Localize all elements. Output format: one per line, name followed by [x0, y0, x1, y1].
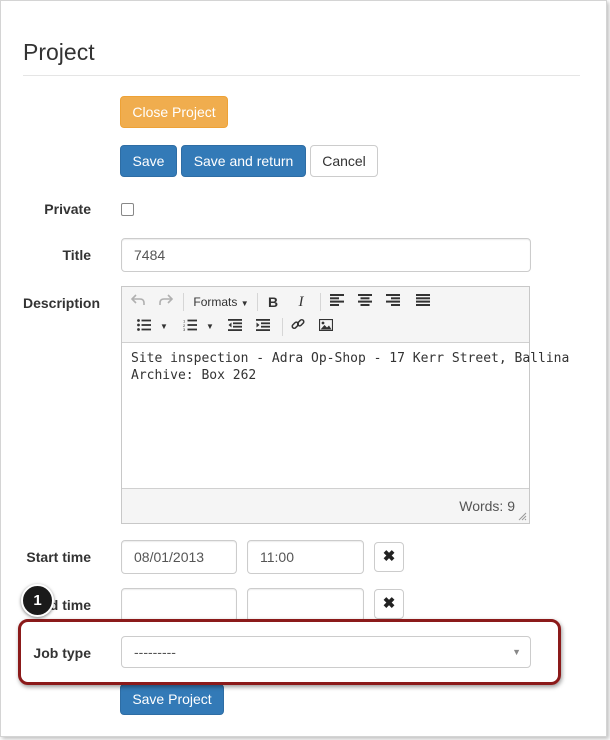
bullet-list-icon[interactable]	[134, 316, 154, 338]
redo-icon[interactable]	[156, 291, 176, 313]
start-time-label: Start time	[26, 549, 91, 565]
link-icon[interactable]	[287, 316, 309, 338]
formats-dropdown[interactable]: Formats ▼	[190, 291, 252, 313]
numbered-list-icon[interactable]: 123	[180, 316, 200, 338]
numbered-list-caret-icon[interactable]: ▼	[204, 316, 216, 338]
editor-toolbar: Formats ▼ B I ▼ 123 ▼	[122, 287, 529, 343]
cancel-button[interactable]: Cancel	[310, 145, 378, 177]
image-icon[interactable]	[315, 316, 337, 338]
title-input[interactable]: 7484	[121, 238, 531, 272]
close-project-button[interactable]: Close Project	[120, 96, 228, 128]
align-right-icon[interactable]	[382, 291, 404, 313]
caret-down-icon: ▼	[240, 299, 249, 308]
description-label: Description	[22, 295, 100, 311]
start-time-input[interactable]: 11:00	[247, 540, 364, 574]
description-line: Archive: Box 262	[131, 368, 257, 383]
indent-icon[interactable]	[252, 316, 274, 338]
formats-label: Formats	[193, 295, 238, 309]
resize-grip-icon[interactable]	[518, 512, 527, 521]
align-left-icon[interactable]	[326, 291, 348, 313]
undo-icon[interactable]	[128, 291, 148, 313]
toolbar-separator	[257, 293, 258, 311]
description-content[interactable]: Site inspection - Adra Op-Shop - 17 Kerr…	[131, 350, 569, 384]
annotation-marker: 1	[21, 584, 54, 617]
word-count: Words: 9	[459, 498, 515, 514]
bullet-list-caret-icon[interactable]: ▼	[158, 316, 170, 338]
window-frame: Project Close Project Save Save and retu…	[0, 0, 607, 737]
clear-start-time-button[interactable]: ✖	[374, 542, 404, 572]
toolbar-separator	[183, 293, 184, 311]
save-button[interactable]: Save	[120, 145, 177, 177]
bold-button[interactable]: B	[263, 291, 283, 313]
svg-text:3: 3	[183, 327, 186, 331]
align-justify-icon[interactable]	[412, 291, 434, 313]
end-time-input[interactable]	[247, 588, 364, 622]
clear-end-time-button[interactable]: ✖	[374, 589, 404, 619]
title-label: Title	[62, 247, 91, 263]
description-editor[interactable]: Formats ▼ B I ▼ 123 ▼ Site inspection - …	[121, 286, 569, 524]
private-label: Private	[44, 201, 91, 217]
annotation-highlight	[18, 619, 561, 685]
private-checkbox[interactable]	[121, 203, 134, 216]
toolbar-separator	[320, 293, 321, 311]
close-icon: ✖	[382, 548, 396, 565]
save-and-return-button[interactable]: Save and return	[181, 145, 306, 177]
page-title: Project	[23, 39, 95, 65]
outdent-icon[interactable]	[224, 316, 246, 338]
end-date-input[interactable]	[121, 588, 237, 622]
description-line: Site inspection - Adra Op-Shop - 17 Kerr…	[131, 351, 570, 366]
close-icon: ✖	[382, 595, 396, 612]
editor-statusbar: Words: 9	[122, 488, 529, 523]
title-divider	[23, 75, 580, 76]
align-center-icon[interactable]	[354, 291, 376, 313]
start-date-input[interactable]: 08/01/2013	[121, 540, 237, 574]
save-project-button[interactable]: Save Project	[120, 684, 224, 715]
italic-button[interactable]: I	[291, 291, 311, 313]
toolbar-separator	[282, 318, 283, 336]
